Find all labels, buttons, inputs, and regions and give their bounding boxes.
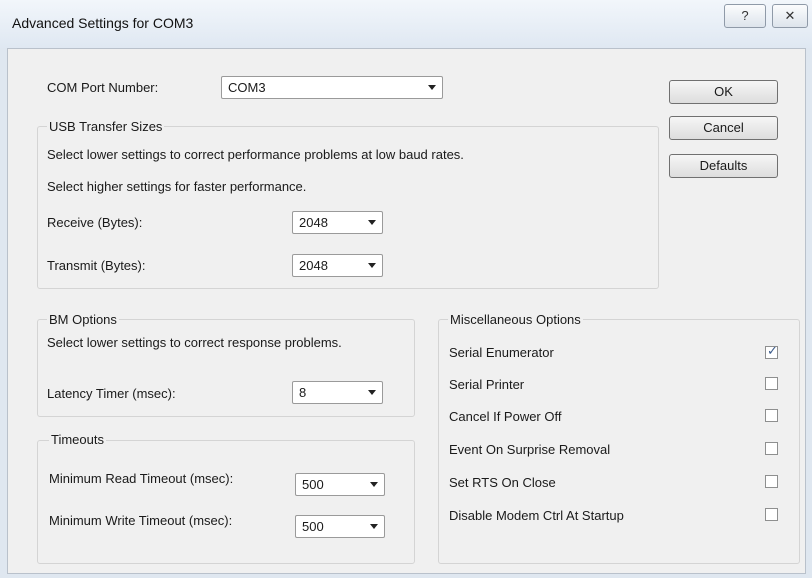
dialog-body: COM Port Number: COM3 USB Transfer Sizes…	[7, 48, 806, 574]
help-icon: ?	[741, 8, 749, 23]
com-port-value: COM3	[228, 80, 266, 95]
usb-desc-low: Select lower settings to correct perform…	[47, 147, 464, 162]
misc-option-label: Serial Enumerator	[449, 345, 554, 360]
transmit-label: Transmit (Bytes):	[47, 258, 146, 273]
transmit-select[interactable]: 2048	[292, 254, 383, 277]
misc-group-title: Miscellaneous Options	[448, 312, 583, 327]
latency-label: Latency Timer (msec):	[47, 386, 176, 401]
bm-group-title: BM Options	[47, 312, 119, 327]
chevron-down-icon	[428, 85, 436, 90]
misc-option-label: Set RTS On Close	[449, 475, 556, 490]
chevron-down-icon	[370, 482, 378, 487]
read-timeout-value: 500	[302, 477, 324, 492]
write-timeout-select[interactable]: 500	[295, 515, 385, 538]
title-bar: Advanced Settings for COM3 ? ✕	[0, 0, 812, 48]
write-timeout-label: Minimum Write Timeout (msec):	[49, 513, 233, 528]
receive-value: 2048	[299, 215, 328, 230]
serial-enumerator-checkbox[interactable]: ✓	[765, 343, 778, 359]
timeouts-group	[37, 440, 415, 564]
chevron-down-icon	[368, 263, 376, 268]
misc-option-label: Serial Printer	[449, 377, 525, 392]
close-button[interactable]: ✕	[772, 4, 808, 28]
chevron-down-icon	[370, 524, 378, 529]
ok-button[interactable]: OK	[669, 80, 778, 104]
timeouts-group-title: Timeouts	[49, 432, 106, 447]
receive-label: Receive (Bytes):	[47, 215, 143, 230]
write-timeout-value: 500	[302, 519, 324, 534]
read-timeout-label: Minimum Read Timeout (msec):	[49, 471, 234, 486]
serial-printer-checkbox[interactable]	[765, 377, 778, 390]
misc-option-label: Cancel If Power Off	[449, 409, 562, 424]
read-timeout-select[interactable]: 500	[295, 473, 385, 496]
misc-option-label: Event On Surprise Removal	[449, 442, 611, 457]
usb-desc-high: Select higher settings for faster perfor…	[47, 179, 307, 194]
event-on-surprise-removal-checkbox[interactable]	[765, 442, 778, 455]
latency-select[interactable]: 8	[292, 381, 383, 404]
set-rts-on-close-checkbox[interactable]	[765, 475, 778, 488]
help-button[interactable]: ?	[724, 4, 766, 28]
cancel-button[interactable]: Cancel	[669, 116, 778, 140]
close-icon: ✕	[784, 8, 796, 23]
window-title: Advanced Settings for COM3	[12, 15, 194, 31]
disable-modem-ctrl-checkbox[interactable]	[765, 508, 778, 521]
transmit-value: 2048	[299, 258, 328, 273]
chevron-down-icon	[368, 220, 376, 225]
checkmark-icon: ✓	[767, 343, 778, 358]
defaults-button[interactable]: Defaults	[669, 154, 778, 178]
latency-value: 8	[299, 385, 307, 400]
receive-select[interactable]: 2048	[292, 211, 383, 234]
com-port-label: COM Port Number:	[47, 80, 159, 95]
bm-desc: Select lower settings to correct respons…	[47, 335, 342, 350]
chevron-down-icon	[368, 390, 376, 395]
com-port-select[interactable]: COM3	[221, 76, 443, 99]
usb-group-title: USB Transfer Sizes	[47, 119, 165, 134]
misc-option-label: Disable Modem Ctrl At Startup	[449, 508, 624, 523]
cancel-if-power-off-checkbox[interactable]	[765, 409, 778, 422]
